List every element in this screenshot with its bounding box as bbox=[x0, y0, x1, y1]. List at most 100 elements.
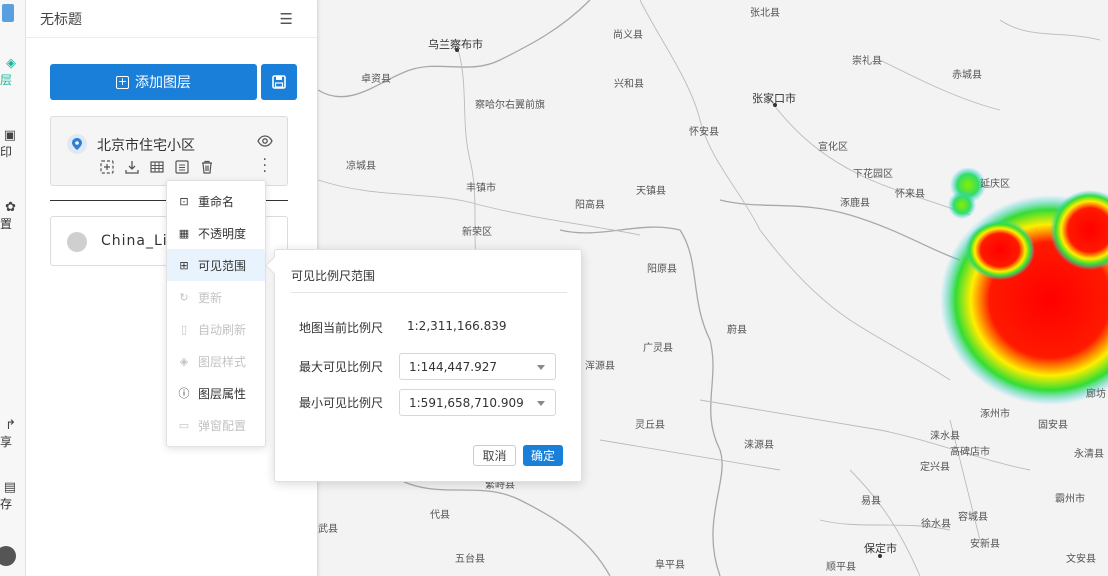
layer-item[interactable]: 北京市住宅小区 · · · bbox=[50, 116, 288, 186]
city-label: 尚义县 bbox=[613, 30, 643, 41]
nav-print[interactable]: ▣ 印 bbox=[0, 128, 26, 160]
app-logo bbox=[2, 4, 14, 22]
chevron-down-icon bbox=[537, 401, 545, 406]
city-label: 涿州市 bbox=[980, 409, 1010, 420]
city-label: 下花园区 bbox=[853, 169, 893, 180]
nav-layers[interactable]: ◈ 层 bbox=[0, 56, 26, 88]
nav-share[interactable]: ↱ 享 bbox=[0, 418, 26, 450]
city-label: 廊坊 bbox=[1086, 389, 1106, 400]
nav-label: 享 bbox=[0, 435, 13, 449]
min-scale-label: 最小可见比例尺 bbox=[299, 396, 384, 410]
chevron-down-icon bbox=[537, 365, 545, 370]
menu-item-label: 图层样式 bbox=[198, 354, 247, 369]
add-layer-button[interactable]: + 添加图层 bbox=[50, 64, 257, 100]
panel-title: 无标题 bbox=[40, 11, 82, 28]
city-label: 乌兰察布市 bbox=[428, 38, 483, 51]
share-icon: ↱ bbox=[5, 418, 16, 433]
nav-save[interactable]: ▤ 存 bbox=[0, 480, 26, 512]
print-icon: ▣ bbox=[3, 128, 16, 143]
city-label: 卓资县 bbox=[361, 74, 391, 85]
city-label: 新荣区 bbox=[462, 227, 492, 238]
menu-item-label: 弹窗配置 bbox=[198, 418, 247, 433]
min-scale-select[interactable]: 1:591,658,710.909 bbox=[399, 389, 556, 416]
settings-icon: ✿ bbox=[5, 200, 16, 215]
refresh-icon: ↻ bbox=[179, 290, 189, 304]
nav-settings[interactable]: ✿ 置 bbox=[0, 200, 26, 232]
menu-item-auto-refresh[interactable]: ▯ 自动刷新 bbox=[167, 313, 265, 345]
city-label: 宣化区 bbox=[818, 142, 848, 153]
menu-item-label: 更新 bbox=[198, 290, 223, 305]
auto-refresh-icon: ▯ bbox=[180, 322, 188, 336]
confirm-button[interactable]: 确定 bbox=[523, 445, 563, 466]
visible-range-icon: ⊞ bbox=[179, 258, 189, 272]
max-scale-select[interactable]: 1:144,447.927 bbox=[399, 353, 556, 380]
collapse-panel-icon[interactable]: ☰ bbox=[280, 10, 293, 28]
zoom-to-layer-icon[interactable] bbox=[99, 159, 115, 175]
side-nav: ◈ 层 ▣ 印 ✿ 置 ↱ 享 ▤ 存 bbox=[0, 0, 26, 576]
menu-item-label: 可见范围 bbox=[198, 258, 247, 273]
location-pin-icon bbox=[67, 134, 87, 154]
more-options-icon[interactable]: · · · bbox=[263, 153, 267, 179]
max-scale-value: 1:144,447.927 bbox=[409, 359, 498, 374]
city-label: 天镇县 bbox=[636, 186, 666, 197]
cancel-button[interactable]: 取消 bbox=[473, 445, 516, 466]
popover-title: 可见比例尺范围 bbox=[291, 269, 376, 283]
menu-item-layer-properties[interactable]: ⓘ 图层属性 bbox=[167, 377, 265, 409]
layers-icon: ◈ bbox=[6, 56, 16, 71]
rename-icon: ⊡ bbox=[179, 194, 189, 208]
city-label: 霸州市 bbox=[1055, 494, 1085, 505]
menu-item-popup-config[interactable]: ▭ 弹窗配置 bbox=[167, 409, 265, 441]
menu-item-refresh[interactable]: ↻ 更新 bbox=[167, 281, 265, 313]
menu-item-layer-style[interactable]: ◈ 图层样式 bbox=[167, 345, 265, 377]
plus-icon: + bbox=[116, 74, 129, 89]
nav-label: 层 bbox=[0, 73, 13, 87]
city-label: 阳高县 bbox=[575, 200, 605, 211]
nav-label: 存 bbox=[0, 497, 13, 511]
city-label: 五台县 bbox=[455, 554, 485, 565]
city-label: 赤城县 bbox=[952, 70, 982, 81]
menu-item-label: 自动刷新 bbox=[198, 322, 247, 337]
divider bbox=[291, 292, 567, 293]
basemap-thumbnail-icon bbox=[67, 232, 87, 252]
city-label: 涞水县 bbox=[930, 431, 960, 442]
city-label: 浑源县 bbox=[585, 361, 615, 372]
nav-label: 置 bbox=[0, 217, 13, 231]
city-label: 蔚县 bbox=[727, 325, 747, 336]
layer-context-menu: ⊡ 重命名 ▦ 不透明度 ⊞ 可见范围 ↻ 更新 ▯ 自动刷新 ◈ 图层样式 ⓘ… bbox=[166, 180, 266, 447]
visibility-eye-icon[interactable] bbox=[257, 135, 273, 151]
city-label: 固安县 bbox=[1038, 420, 1068, 431]
city-label: 怀来县 bbox=[895, 189, 925, 200]
city-label: 灵丘县 bbox=[635, 420, 665, 431]
city-label: 武县 bbox=[318, 524, 338, 535]
user-avatar[interactable] bbox=[0, 546, 16, 566]
menu-item-label: 重命名 bbox=[198, 194, 235, 209]
nav-label: 印 bbox=[0, 145, 13, 159]
layer-style-icon: ◈ bbox=[179, 354, 189, 368]
city-label: 顺平县 bbox=[826, 562, 856, 573]
legend-icon[interactable] bbox=[174, 159, 190, 175]
city-label: 怀安县 bbox=[689, 127, 719, 138]
save-layers-button[interactable] bbox=[261, 64, 297, 100]
city-label: 高碑店市 bbox=[950, 447, 990, 458]
menu-item-visible-range[interactable]: ⊞ 可见范围 bbox=[167, 249, 265, 281]
min-scale-value: 1:591,658,710.909 bbox=[409, 395, 524, 410]
city-label: 容城县 bbox=[958, 512, 988, 523]
city-label: 涿鹿县 bbox=[840, 198, 870, 209]
city-label: 代县 bbox=[430, 510, 450, 521]
city-label: 张家口市 bbox=[752, 92, 796, 105]
menu-item-rename[interactable]: ⊡ 重命名 bbox=[167, 185, 265, 217]
max-scale-label: 最大可见比例尺 bbox=[299, 360, 384, 374]
attribute-table-icon[interactable] bbox=[149, 159, 165, 175]
delete-icon[interactable] bbox=[199, 159, 215, 175]
city-label: 延庆区 bbox=[980, 179, 1010, 190]
city-label: 永清县 bbox=[1074, 449, 1104, 460]
download-icon[interactable] bbox=[124, 159, 140, 175]
city-label: 易县 bbox=[861, 496, 881, 507]
city-label: 兴和县 bbox=[614, 79, 644, 90]
menu-item-label: 图层属性 bbox=[198, 386, 247, 401]
city-label: 涞源县 bbox=[744, 440, 774, 451]
city-label: 保定市 bbox=[864, 542, 897, 555]
menu-item-opacity[interactable]: ▦ 不透明度 bbox=[167, 217, 265, 249]
city-label: 张北县 bbox=[750, 8, 780, 19]
city-label: 察哈尔右翼前旗 bbox=[475, 100, 545, 111]
